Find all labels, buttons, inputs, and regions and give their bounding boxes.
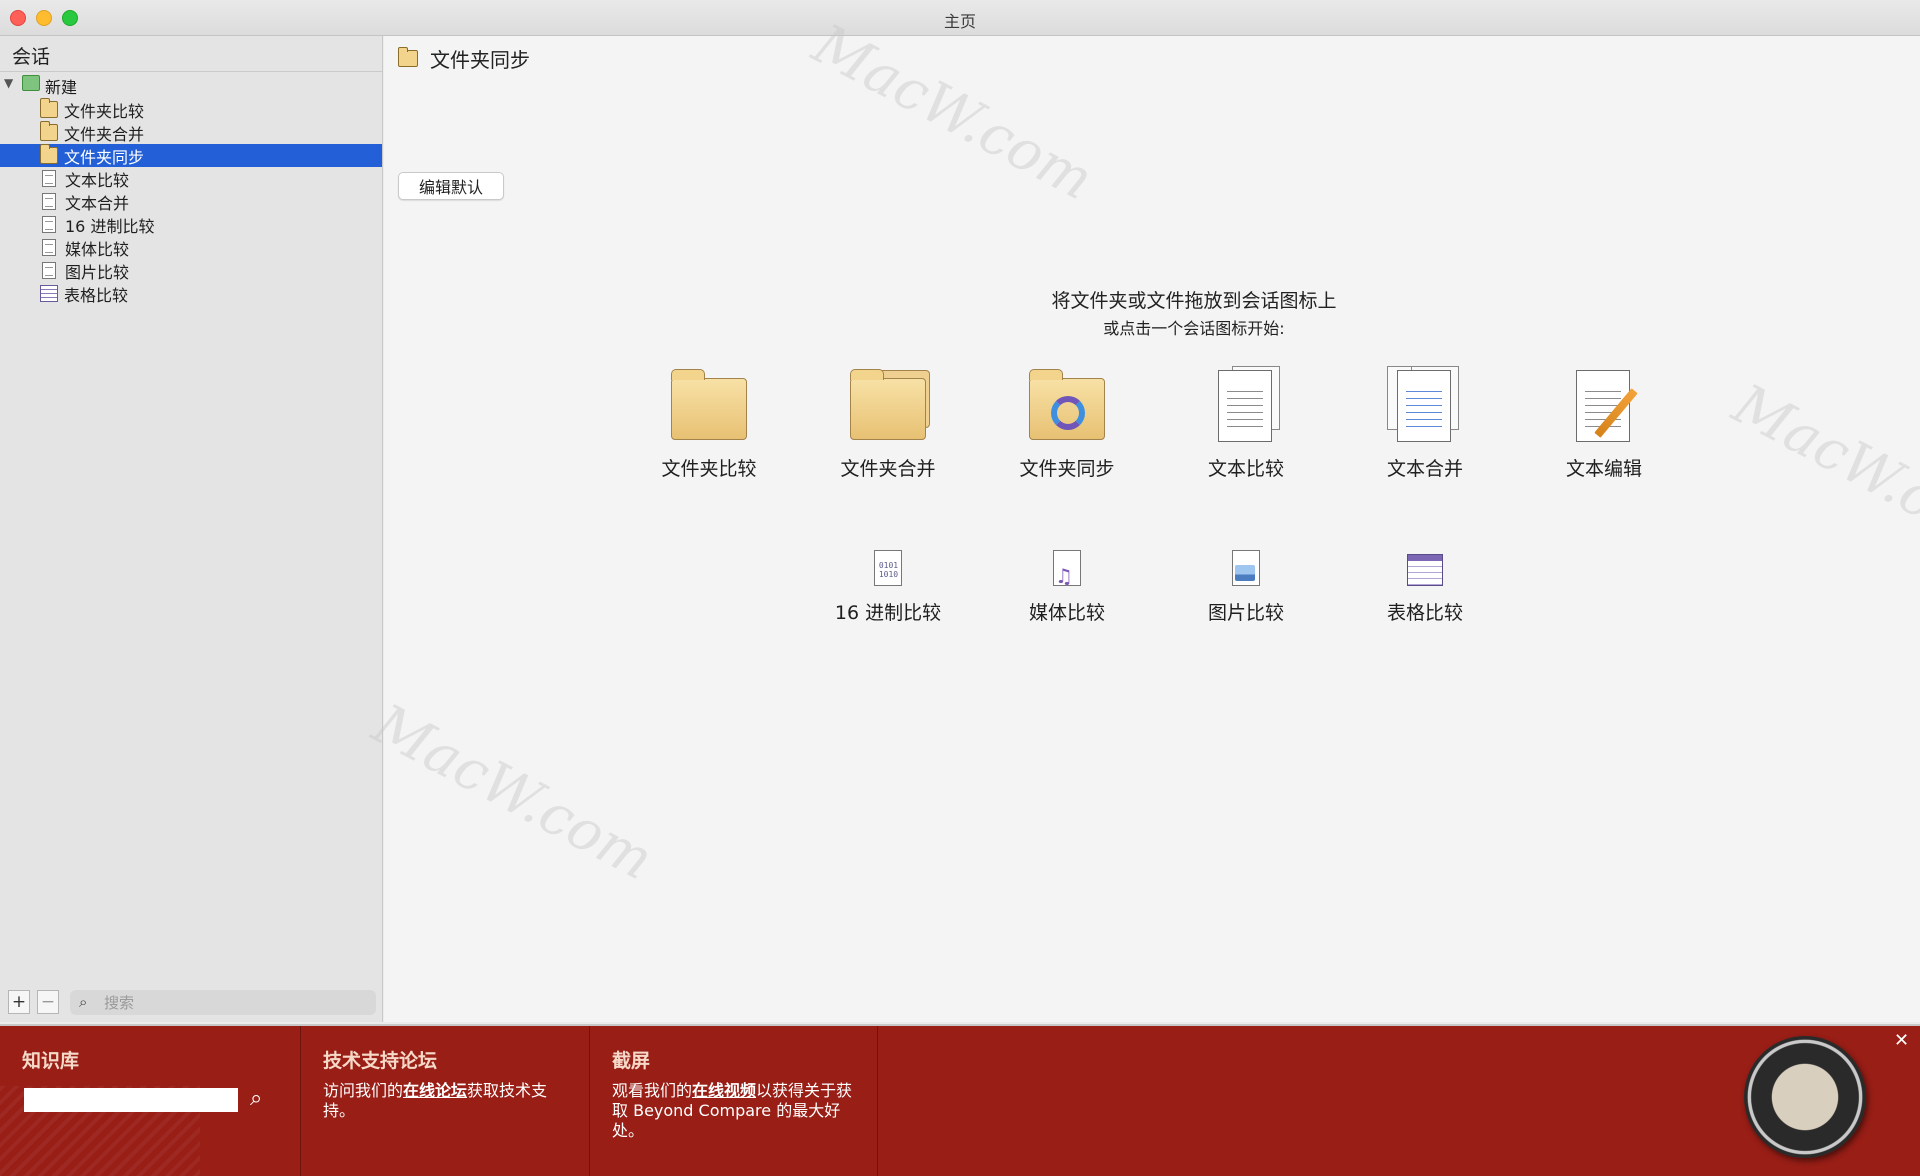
remove-session-button[interactable]: −: [37, 990, 59, 1014]
sidebar-item-picture-compare[interactable]: 图片比较: [0, 259, 382, 282]
launch-label: 文本编辑: [1565, 458, 1642, 480]
sidebar-item-folder-merge[interactable]: 文件夹合并: [0, 121, 382, 144]
session-title: 文件夹同步: [430, 48, 530, 72]
help-footer-panel: 知识库 ⌕ 技术支持论坛 访问我们的在线论坛获取技术支持。 截屏 观看我们的在线…: [0, 1024, 1920, 1176]
launch-label: 媒体比较: [1028, 602, 1105, 624]
launch-label: 表格比较: [1386, 602, 1463, 624]
text-compare-icon: [1206, 366, 1286, 446]
text-edit-icon: [1564, 366, 1644, 446]
launch-media-compare[interactable]: ♫ 媒体比较: [997, 550, 1137, 625]
launch-label: 16 进制比较: [834, 602, 942, 624]
hex-compare-icon: [42, 216, 56, 233]
new-session-icon: [22, 75, 40, 91]
tree-root-label: 新建: [45, 78, 78, 97]
sidebar-item-label: 媒体比较: [65, 239, 130, 259]
sidebar-item-label: 文本比较: [65, 170, 130, 190]
folder-compare-icon: [669, 366, 749, 446]
screens-text: 观看我们的在线视频以获得关于获取 Beyond Compare 的最大好处。: [612, 1081, 855, 1141]
search-icon[interactable]: ⌕: [250, 1086, 262, 1111]
sidebar-item-label: 图片比较: [65, 262, 130, 282]
kb-search-input[interactable]: [24, 1088, 238, 1112]
sidebar-toolbar: + − ⌕: [0, 982, 382, 1022]
sessions-sidebar: 会话 ▼ 新建 文件夹比较 文件夹合并 文件夹同步 文本比较 文本合并 16 进…: [0, 36, 383, 1022]
table-compare-icon: [1405, 550, 1445, 590]
launch-label: 文本合并: [1386, 458, 1463, 480]
sidebar-item-hex-compare[interactable]: 16 进制比较: [0, 213, 382, 236]
media-compare-icon: ♫: [1047, 550, 1087, 590]
folder-compare-icon: [40, 98, 58, 118]
quality-seal-logo: [1744, 1036, 1866, 1158]
sidebar-item-table-compare[interactable]: 表格比较: [0, 282, 382, 305]
launch-text-merge[interactable]: 文本合并: [1355, 366, 1495, 481]
sidebar-header: 会话: [0, 36, 382, 72]
launch-hex-compare[interactable]: 0101 1010 16 进制比较: [818, 550, 958, 625]
sidebar-item-label: 表格比较: [64, 285, 129, 305]
launch-folder-sync[interactable]: 文件夹同步: [997, 366, 1137, 481]
screens-title: 截屏: [612, 1050, 651, 1072]
picture-compare-icon: [1226, 550, 1266, 590]
session-search: ⌕: [70, 990, 376, 1015]
drop-instruction: 将文件夹或文件拖放到会话图标上: [1051, 290, 1337, 312]
launch-text-edit[interactable]: 文本编辑: [1534, 366, 1674, 481]
screens-text-before: 观看我们的: [612, 1081, 693, 1100]
sidebar-item-text-merge[interactable]: 文本合并: [0, 190, 382, 213]
launch-folder-merge[interactable]: 文件夹合并: [818, 366, 958, 481]
knowledge-base-section: 知识库 ⌕: [0, 1026, 301, 1176]
sidebar-item-label: 文件夹比较: [64, 101, 145, 121]
title-bar: 主页: [0, 0, 1920, 36]
sidebar-item-label: 文件夹同步: [64, 147, 145, 167]
add-session-button[interactable]: +: [8, 990, 30, 1014]
table-compare-icon: [40, 285, 58, 302]
click-instruction: 或点击一个会话图标开始:: [1103, 319, 1285, 338]
launch-text-compare[interactable]: 文本比较: [1176, 366, 1316, 481]
search-icon: ⌕: [79, 993, 88, 1011]
sidebar-item-folder-compare[interactable]: 文件夹比较: [0, 98, 382, 121]
text-compare-icon: [42, 170, 56, 187]
home-main-pane: 文件夹同步 编辑默认 将文件夹或文件拖放到会话图标上 或点击一个会话图标开始: …: [384, 36, 1920, 1022]
launch-label: 图片比较: [1207, 602, 1284, 624]
kb-title: 知识库: [22, 1050, 80, 1072]
session-tree: ▼ 新建 文件夹比较 文件夹合并 文件夹同步 文本比较 文本合并 16 进制比较: [0, 72, 382, 305]
launch-label: 文件夹同步: [1019, 458, 1115, 480]
text-merge-icon: [1385, 366, 1465, 446]
close-icon[interactable]: ✕: [1894, 1030, 1909, 1051]
sidebar-item-label: 文件夹合并: [64, 124, 145, 144]
folder-merge-icon: [848, 366, 930, 446]
folder-sync-icon: [1027, 366, 1107, 446]
launch-label: 文件夹合并: [840, 458, 936, 480]
media-compare-icon: [42, 239, 56, 256]
support-forum-section: 技术支持论坛 访问我们的在线论坛获取技术支持。: [301, 1026, 590, 1176]
folder-sync-icon: [40, 144, 58, 164]
disclosure-triangle-icon[interactable]: ▼: [4, 76, 13, 90]
screencasts-section: 截屏 观看我们的在线视频以获得关于获取 Beyond Compare 的最大好处…: [590, 1026, 878, 1176]
forum-text-before: 访问我们的: [323, 1081, 404, 1100]
launch-table-compare[interactable]: 表格比较: [1355, 550, 1495, 625]
folder-sync-icon: [398, 47, 418, 67]
forum-title: 技术支持论坛: [323, 1050, 438, 1072]
picture-compare-icon: [42, 262, 56, 279]
edit-default-button[interactable]: 编辑默认: [398, 172, 504, 200]
forum-text: 访问我们的在线论坛获取技术支持。: [323, 1081, 567, 1121]
session-header: 文件夹同步: [398, 44, 530, 73]
sidebar-item-text-compare[interactable]: 文本比较: [0, 167, 382, 190]
launch-folder-compare[interactable]: 文件夹比较: [639, 366, 779, 481]
sidebar-item-label: 文本合并: [65, 193, 130, 213]
launch-label: 文件夹比较: [661, 458, 757, 480]
online-video-link[interactable]: 在线视频: [692, 1081, 756, 1100]
text-merge-icon: [42, 193, 56, 210]
online-forum-link[interactable]: 在线论坛: [403, 1081, 467, 1100]
launch-label: 文本比较: [1207, 458, 1284, 480]
sidebar-item-folder-sync[interactable]: 文件夹同步: [0, 144, 382, 167]
tree-root-new[interactable]: ▼ 新建: [0, 72, 382, 98]
launch-picture-compare[interactable]: 图片比较: [1176, 550, 1316, 625]
window-title: 主页: [943, 12, 976, 31]
search-input[interactable]: [104, 992, 364, 1013]
folder-merge-icon: [40, 121, 58, 141]
hex-compare-icon: 0101 1010: [868, 550, 908, 590]
sidebar-item-media-compare[interactable]: 媒体比较: [0, 236, 382, 259]
sidebar-item-label: 16 进制比较: [65, 216, 155, 236]
